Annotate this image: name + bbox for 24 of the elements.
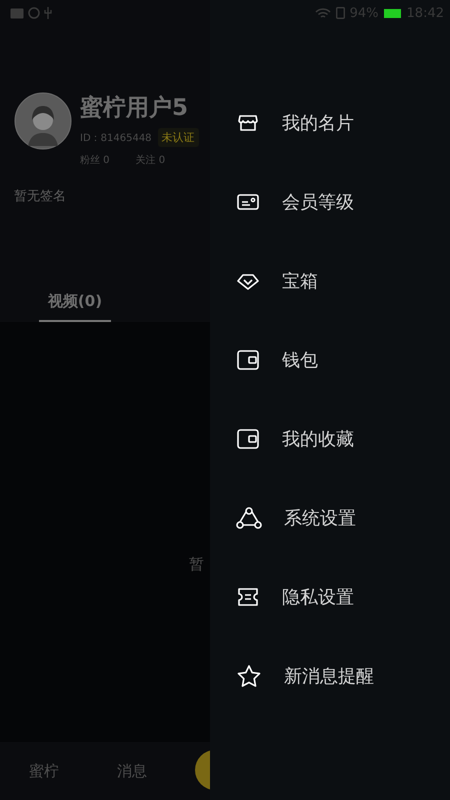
menu-item[interactable]: 我的名片: [210, 83, 450, 162]
user-id: ID：81465448: [80, 132, 152, 144]
menu-item[interactable]: 会员等级: [210, 162, 450, 241]
network-icon: [236, 506, 262, 530]
menu-item[interactable]: 隐私设置: [210, 557, 450, 636]
stat-label: 粉丝 0: [80, 154, 110, 167]
menu-item[interactable]: 钱包: [210, 320, 450, 399]
wallet-icon: [236, 426, 260, 450]
battery-icon: [384, 8, 402, 18]
wallet-icon: [236, 348, 260, 372]
menu-item[interactable]: 我的收藏: [210, 399, 450, 478]
menu-item[interactable]: 系统设置: [210, 478, 450, 557]
menu-item[interactable]: 新消息提醒: [210, 636, 450, 715]
stat-label: 关注 0: [136, 154, 166, 167]
star-icon: [236, 664, 262, 688]
wifi-icon: [314, 8, 331, 18]
avatar: [14, 92, 72, 150]
empty-text: 暂: [189, 555, 204, 574]
verification-badge: 未认证: [158, 128, 199, 147]
menu-item[interactable]: 宝箱: [210, 241, 450, 320]
sim-icon: [336, 7, 345, 19]
usb-icon: [44, 7, 52, 19]
user-name: 蜜柠用户5: [80, 94, 190, 122]
signature: 暂无签名: [13, 188, 67, 205]
